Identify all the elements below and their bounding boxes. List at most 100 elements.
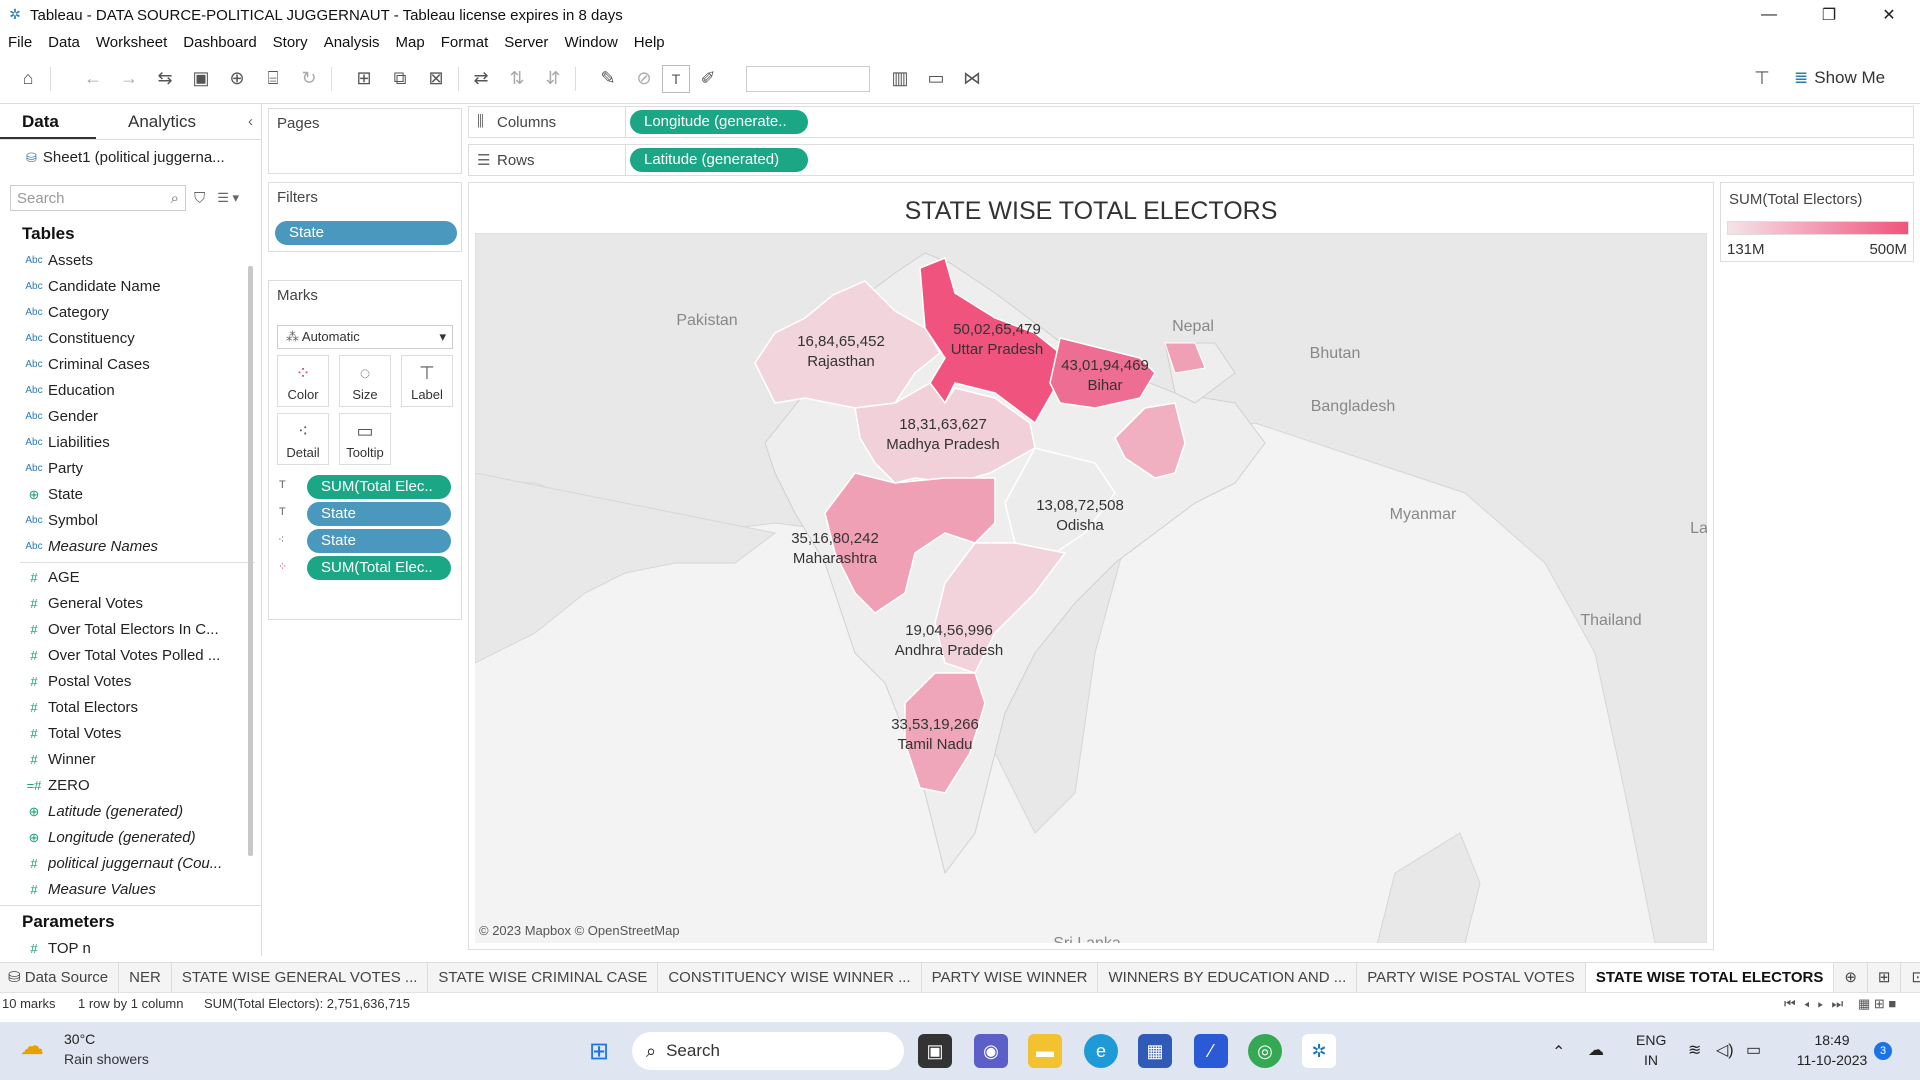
mark-type-dropdown[interactable]: ⁂ Automatic ▾ bbox=[277, 325, 453, 349]
tab-sheet-ner[interactable]: NER bbox=[119, 962, 172, 993]
volume-icon[interactable]: ◁) bbox=[1716, 1040, 1734, 1060]
new-worksheet-icon[interactable]: ⊞ bbox=[346, 61, 382, 97]
field-item[interactable]: # Over Total Electors In C... bbox=[20, 617, 261, 643]
rows-pill-latitude[interactable]: Latitude (generated) bbox=[630, 148, 808, 172]
chrome-icon[interactable]: ◎ bbox=[1248, 1034, 1282, 1068]
menu-help[interactable]: Help bbox=[634, 34, 665, 51]
map[interactable]: 16,84,65,452 Rajasthan 50,02,65,479 Utta… bbox=[475, 233, 1707, 943]
menu-story[interactable]: Story bbox=[273, 34, 308, 51]
undo-icon[interactable]: ← bbox=[75, 61, 111, 97]
field-item[interactable]: =# ZERO bbox=[20, 773, 261, 799]
sort-asc-icon[interactable]: ⇅ bbox=[499, 61, 535, 97]
presentation-icon[interactable]: ▭ bbox=[918, 61, 954, 97]
clear-sheet-icon[interactable]: ⊠ bbox=[418, 61, 454, 97]
color-button[interactable]: ⁘ Color bbox=[277, 355, 329, 407]
menu-file[interactable]: File bbox=[8, 34, 32, 51]
columns-pill-longitude[interactable]: Longitude (generate.. bbox=[630, 110, 808, 134]
minimize-button[interactable]: — bbox=[1740, 0, 1798, 30]
menu-data[interactable]: Data bbox=[48, 34, 80, 51]
field-item[interactable]: Abc Constituency bbox=[20, 326, 261, 352]
menu-window[interactable]: Window bbox=[564, 34, 617, 51]
clock-date[interactable]: 11-10-2023 bbox=[1784, 1052, 1880, 1068]
field-item[interactable]: ⊕ State bbox=[20, 482, 261, 508]
new-datasource-icon[interactable]: ⊕ bbox=[219, 61, 255, 97]
redo-icon[interactable]: → bbox=[111, 61, 147, 97]
start-icon[interactable]: ⊞ bbox=[582, 1034, 616, 1068]
language-region[interactable]: IN bbox=[1644, 1052, 1658, 1068]
field-item[interactable]: # political juggernaut (Cou... bbox=[20, 851, 261, 877]
pages-shelf[interactable]: Pages bbox=[268, 108, 462, 174]
size-button[interactable]: ◌ Size bbox=[339, 355, 391, 407]
marks-pill-color-sum[interactable]: SUM(Total Elec.. bbox=[307, 556, 451, 580]
close-button[interactable]: ✕ bbox=[1860, 0, 1918, 30]
tab-sheet-constituency-winner[interactable]: CONSTITUENCY WISE WINNER ... bbox=[658, 962, 922, 993]
field-item[interactable]: # Over Total Votes Polled ... bbox=[20, 643, 261, 669]
duplicate-icon[interactable]: ⧉ bbox=[382, 61, 418, 97]
file-explorer-icon[interactable]: ▬ bbox=[1028, 1034, 1062, 1068]
tab-sheet-criminal-case[interactable]: STATE WISE CRIMINAL CASE bbox=[428, 962, 659, 993]
weather-icon[interactable]: ☁ bbox=[20, 1032, 44, 1061]
edge-icon[interactable]: e bbox=[1084, 1034, 1118, 1068]
field-item[interactable]: # Winner bbox=[20, 747, 261, 773]
save-icon[interactable]: ▣ bbox=[183, 61, 219, 97]
teams-icon[interactable]: ◉ bbox=[974, 1034, 1008, 1068]
task-view-icon[interactable]: ▣ bbox=[918, 1034, 952, 1068]
replay-icon[interactable]: ⇆ bbox=[147, 61, 183, 97]
group-icon[interactable]: ⊘ bbox=[626, 61, 662, 97]
collapse-pane-icon[interactable]: ‹ bbox=[248, 104, 253, 139]
field-item[interactable]: Abc Education bbox=[20, 378, 261, 404]
pen-app-icon[interactable]: ⁄ bbox=[1194, 1034, 1228, 1068]
tab-sheet-general-votes[interactable]: STATE WISE GENERAL VOTES ... bbox=[172, 962, 429, 993]
color-legend[interactable]: SUM(Total Electors) 131M 500M bbox=[1720, 182, 1914, 262]
onedrive-icon[interactable]: ☁ bbox=[1588, 1040, 1604, 1060]
pause-update-icon[interactable]: ⌸ bbox=[255, 61, 291, 97]
show-me-button[interactable]: ≣ Show Me bbox=[1794, 68, 1885, 88]
field-item[interactable]: # General Votes bbox=[20, 591, 261, 617]
tab-data-source[interactable]: ⛁ Data Source bbox=[0, 962, 120, 993]
tooltip-button[interactable]: ▭ Tooltip bbox=[339, 413, 391, 465]
field-item[interactable]: Abc Assets bbox=[20, 248, 261, 274]
clock-time[interactable]: 18:49 bbox=[1800, 1032, 1864, 1048]
search-field[interactable]: Search ⌕ bbox=[10, 185, 186, 211]
filters-shelf[interactable]: Filters State bbox=[268, 182, 462, 252]
wifi-icon[interactable]: ≋ bbox=[1688, 1040, 1701, 1060]
detail-button[interactable]: ⁖ Detail bbox=[277, 413, 329, 465]
filter-icon[interactable]: ⛉ bbox=[194, 190, 205, 207]
columns-shelf[interactable]: ⫼ Columns Longitude (generate.. bbox=[468, 106, 1914, 138]
field-item[interactable]: # AGE bbox=[20, 565, 261, 591]
taskbar-search[interactable]: ⌕ Search bbox=[632, 1032, 904, 1070]
field-item[interactable]: ⊕ Longitude (generated) bbox=[20, 825, 261, 851]
menu-format[interactable]: Format bbox=[441, 34, 489, 51]
field-item[interactable]: # Total Votes bbox=[20, 721, 261, 747]
tab-sheet-total-electors[interactable]: STATE WISE TOTAL ELECTORS bbox=[1585, 962, 1835, 993]
menu-server[interactable]: Server bbox=[504, 34, 548, 51]
notification-badge[interactable]: 3 bbox=[1874, 1042, 1892, 1060]
tab-sheet-winners-education[interactable]: WINNERS BY EDUCATION AND ... bbox=[1098, 962, 1358, 993]
new-story-tab-icon[interactable]: ⊡ bbox=[1901, 963, 1920, 993]
label-button[interactable]: ⊤ Label bbox=[401, 355, 453, 407]
menu-analysis[interactable]: Analysis bbox=[324, 34, 380, 51]
share-icon[interactable]: ⋈ bbox=[954, 61, 990, 97]
field-item[interactable]: Abc Gender bbox=[20, 404, 261, 430]
field-item[interactable]: Abc Candidate Name bbox=[20, 274, 261, 300]
highlight-icon[interactable]: ✎ bbox=[590, 61, 626, 97]
tab-sheet-party-winner[interactable]: PARTY WISE WINNER bbox=[922, 962, 1099, 993]
tab-analytics[interactable]: Analytics bbox=[106, 104, 202, 139]
field-item[interactable]: Abc Category bbox=[20, 300, 261, 326]
field-item[interactable]: # Total Electors bbox=[20, 695, 261, 721]
store-icon[interactable]: ▦ bbox=[1138, 1034, 1172, 1068]
menu-map[interactable]: Map bbox=[396, 34, 425, 51]
restore-button[interactable]: ❐ bbox=[1800, 0, 1858, 30]
fit-dropdown[interactable] bbox=[746, 65, 870, 92]
tableau-taskbar-icon[interactable]: ✲ bbox=[1302, 1034, 1336, 1068]
filter-pill-state[interactable]: State bbox=[275, 221, 457, 245]
swap-icon[interactable]: ⇄ bbox=[463, 61, 499, 97]
field-item[interactable]: Abc Symbol bbox=[20, 508, 261, 534]
parameter-top-n[interactable]: # TOP n bbox=[20, 936, 261, 962]
new-dashboard-tab-icon[interactable]: ⊞ bbox=[1868, 962, 1902, 993]
marks-pill-detail-state[interactable]: State bbox=[307, 529, 451, 553]
marks-pill-label-sum[interactable]: SUM(Total Elec.. bbox=[307, 475, 451, 499]
pin-toolbar-icon[interactable]: ⊤ bbox=[1744, 61, 1780, 97]
pin-icon[interactable]: ✐ bbox=[690, 61, 726, 97]
sheet-nav-icons[interactable]: ⏮◂▸⏭ bbox=[1784, 996, 1851, 1012]
